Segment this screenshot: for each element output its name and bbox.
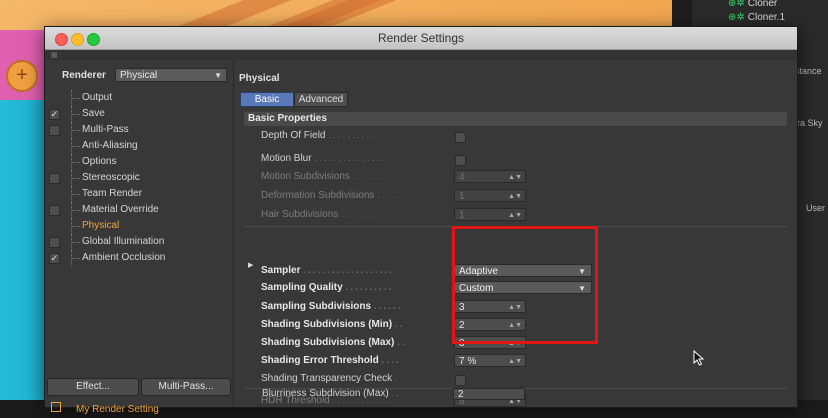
- render-settings-window: Render Settings ▦ Renderer Physical ▼ Ou…: [44, 26, 798, 415]
- tree-item-save[interactable]: ✓ Save: [45, 106, 233, 122]
- shading-transparency-checkbox[interactable]: [455, 375, 466, 386]
- checkbox[interactable]: [49, 237, 60, 248]
- tree-item-label: Team Render: [82, 188, 143, 199]
- multi-pass-button[interactable]: Multi-Pass...: [141, 378, 231, 396]
- tab-advanced[interactable]: Advanced: [294, 92, 348, 107]
- tree-item-label: Options: [82, 156, 117, 167]
- grip-icon: ▦: [51, 52, 59, 59]
- depth-of-field-checkbox[interactable]: [455, 132, 466, 143]
- checkbox[interactable]: [49, 125, 60, 136]
- tree-branch: [71, 170, 82, 186]
- grip-bar[interactable]: ▦: [45, 50, 797, 60]
- side-label: stance: [795, 66, 822, 76]
- hair-subdivisions-field[interactable]: 1 ▲▼: [454, 208, 526, 221]
- chevron-down-icon: ▼: [214, 71, 222, 80]
- tree-item-label: Stereoscopic: [82, 172, 140, 183]
- tree-item-ambient-occlusion[interactable]: ✓ Ambient Occlusion: [45, 250, 233, 266]
- checkbox[interactable]: [49, 173, 60, 184]
- tree-branch: [71, 122, 82, 138]
- spinner-icon: ▲▼: [508, 174, 522, 181]
- render-setting-item[interactable]: My Render Setting: [45, 400, 233, 418]
- tree-branch: [71, 250, 82, 266]
- tree-branch: [71, 186, 82, 202]
- object-row[interactable]: ⊕✲ Cloner.1: [728, 12, 785, 23]
- cloner-icon: ⊕✲: [728, 12, 745, 23]
- cloner-icon: ⊕✲: [728, 0, 745, 9]
- settings-tree-panel: Renderer Physical ▼ Output ✓ Save Multi-…: [45, 60, 234, 415]
- property-label: Depth Of Field ..........: [261, 130, 377, 141]
- tree-item-global-illumination[interactable]: Global Illumination: [45, 234, 233, 250]
- tree-item-material-override[interactable]: Material Override: [45, 202, 233, 218]
- property-label: Shading Transparency Check .: [261, 373, 400, 384]
- group-header[interactable]: Basic Properties: [244, 112, 787, 126]
- tree-branch: [71, 90, 82, 106]
- tree-item-label: Ambient Occlusion: [82, 252, 166, 263]
- tree-branch: [71, 106, 82, 122]
- renderer-label: Renderer: [62, 70, 106, 81]
- property-label: Motion Blur ...............: [261, 153, 387, 164]
- tree-item-label: Material Override: [82, 204, 159, 215]
- tree-item-label: Output: [82, 92, 113, 103]
- checkbox-checked[interactable]: ✓: [49, 109, 60, 120]
- mouse-cursor-icon: [693, 350, 705, 366]
- expand-arrow-icon[interactable]: ▶: [248, 261, 253, 269]
- window-title: Render Settings: [377, 31, 465, 45]
- spinner-icon: ▲▼: [508, 193, 522, 200]
- tree-item-label: Global Illumination: [82, 236, 165, 247]
- tree-item-label: Save: [82, 108, 105, 119]
- render-setting-label: My Render Setting: [76, 404, 159, 415]
- renderer-select[interactable]: Physical ▼: [115, 68, 227, 82]
- setting-marker-icon: [51, 402, 61, 412]
- effect-button[interactable]: Effect...: [47, 378, 139, 396]
- tree-item-output[interactable]: Output: [45, 90, 233, 106]
- tree-item-label: Physical: [82, 220, 120, 231]
- side-label: User: [806, 203, 826, 213]
- tab-basic[interactable]: Basic: [240, 92, 294, 107]
- title-bar[interactable]: Render Settings: [45, 27, 797, 50]
- tree-item-multi-pass[interactable]: Multi-Pass: [45, 122, 233, 138]
- plus-icon: +: [6, 60, 38, 92]
- blurriness-subdivision-field[interactable]: 2: [453, 388, 525, 400]
- motion-blur-checkbox[interactable]: [455, 155, 466, 166]
- tree-branch: [71, 138, 82, 154]
- tree-branch: [71, 218, 82, 234]
- tree-item-stereoscopic[interactable]: Stereoscopic: [45, 170, 233, 186]
- checkbox-checked[interactable]: ✓: [49, 253, 60, 264]
- tree-item-physical[interactable]: Physical: [45, 218, 233, 234]
- motion-subdivisions-field[interactable]: 4 ▲▼: [454, 170, 526, 183]
- tree-branch: [71, 234, 82, 250]
- property-label: Blurriness Subdivision (Max) ..: [262, 388, 402, 399]
- tree-branch: [71, 202, 82, 218]
- shading-error-threshold-field[interactable]: 7 % ▲▼: [454, 354, 526, 367]
- section-title: Physical: [239, 73, 280, 84]
- tree-item-label: Anti-Aliasing: [82, 140, 138, 151]
- tree-item-team-render[interactable]: Team Render: [45, 186, 233, 202]
- tree-item-anti-aliasing[interactable]: Anti-Aliasing: [45, 138, 233, 154]
- highlight-box: [452, 226, 598, 344]
- object-row[interactable]: ⊕✲ Cloner: [728, 0, 777, 9]
- spinner-icon: ▲▼: [508, 358, 522, 365]
- tree-item-label: Multi-Pass: [82, 124, 129, 135]
- deformation-subdivisions-field[interactable]: 1 ▲▼: [454, 189, 526, 202]
- checkbox[interactable]: [49, 205, 60, 216]
- tree-item-options[interactable]: Options: [45, 154, 233, 170]
- tree-branch: [71, 154, 82, 170]
- spinner-icon: ▲▼: [508, 212, 522, 219]
- renderer-select-value: Physical: [120, 70, 158, 81]
